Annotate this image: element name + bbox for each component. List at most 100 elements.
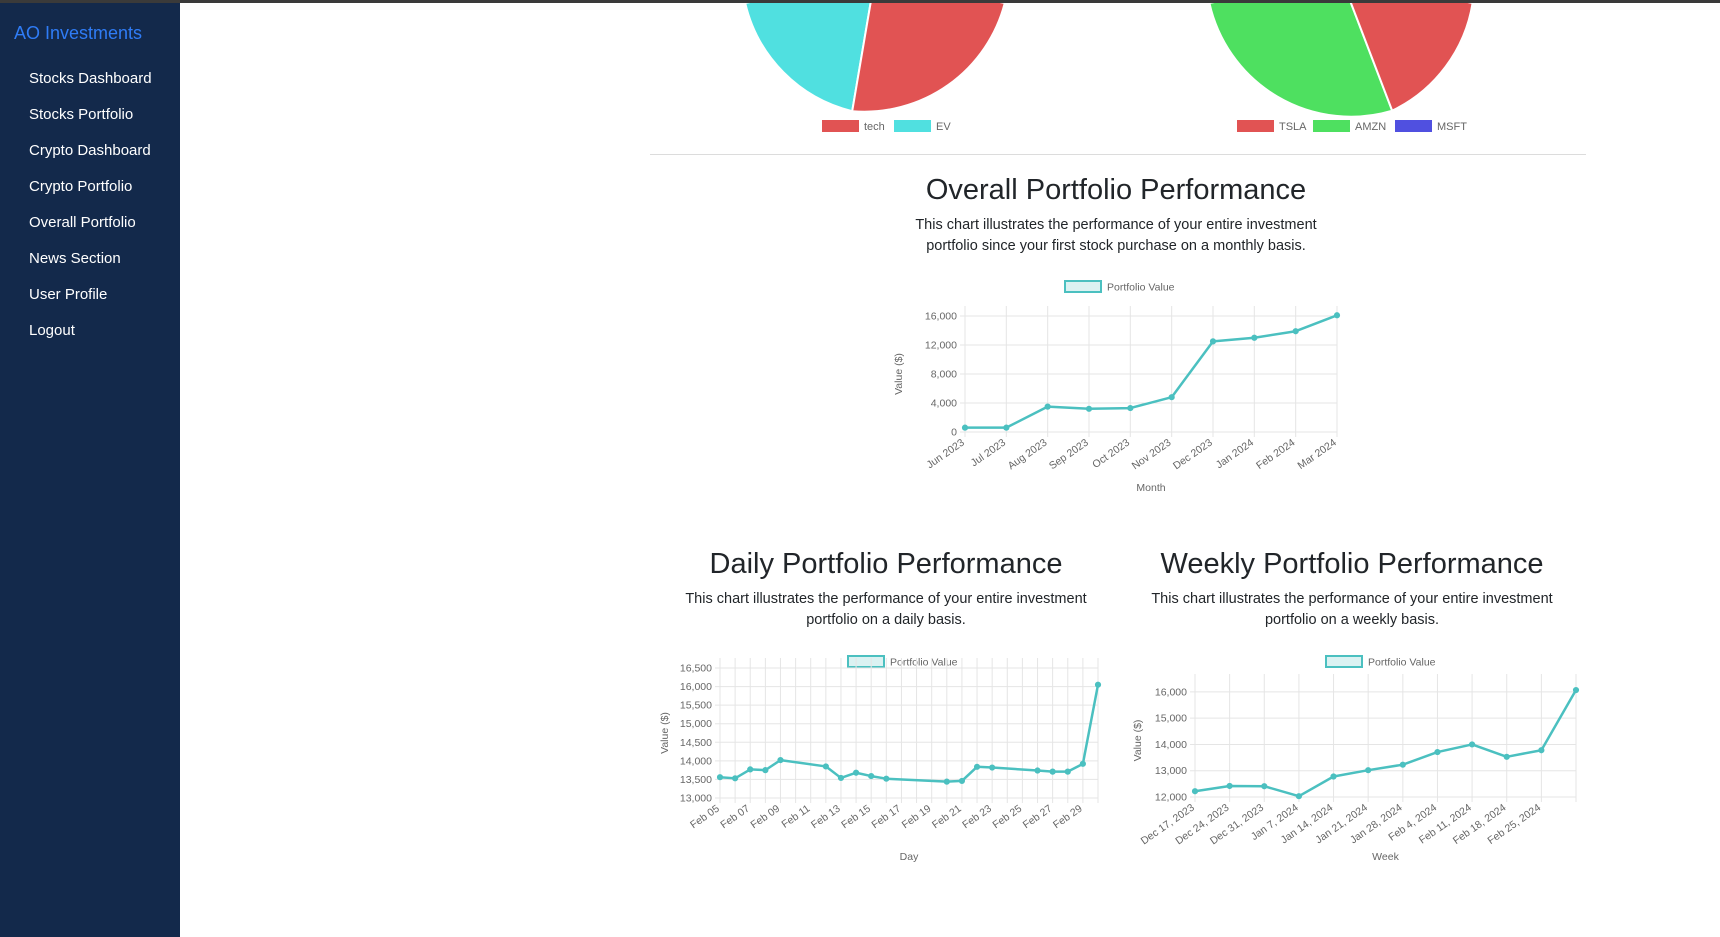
daily-legend-label: Portfolio Value	[890, 657, 958, 669]
weekly-data-point	[1434, 748, 1441, 756]
daily-performance-description: This chart illustrates the performance o…	[685, 591, 1087, 628]
weekly-series-line	[1194, 689, 1578, 798]
daily-xtick-label: Feb 21	[930, 803, 964, 832]
overall-xtick-label: Aug 2023	[1006, 437, 1050, 473]
sidebar-item-crypto-dashboard[interactable]: Crypto Dashboard	[29, 140, 152, 176]
sidebar: AO Investments Stocks Dashboard Stocks P…	[0, 3, 180, 937]
sector-pie-chart: tech EV	[744, 3, 1006, 133]
daily-ytick-label: 14,500	[680, 737, 712, 749]
weekly-ytick-label: 15,000	[1155, 713, 1187, 725]
daily-data-point	[732, 775, 739, 782]
daily-data-point	[989, 764, 996, 771]
overall-performance-description: This chart illustrates the performance o…	[915, 217, 1317, 254]
overall-performance-title: Overall Portfolio Performance	[925, 174, 1307, 206]
overall-ytick-label: 16,000	[925, 311, 957, 323]
daily-data-point	[762, 767, 769, 774]
daily-ytick-label: 13,000	[680, 793, 712, 805]
overall-series-line	[965, 314, 1338, 429]
daily-data-point	[958, 777, 966, 785]
overall-data-point	[1085, 405, 1093, 412]
daily-ytick-label: 15,000	[680, 718, 712, 730]
legend-swatch-ev	[894, 120, 931, 132]
weekly-data-point	[1468, 741, 1476, 748]
overall-data-point	[961, 424, 969, 431]
overall-data-point	[1333, 312, 1341, 319]
legend-swatch-tech	[822, 120, 859, 132]
daily-data-point	[1064, 768, 1071, 775]
overall-ytick-label: 8,000	[931, 369, 957, 381]
overall-xtick-label: Dec 2023	[1171, 437, 1215, 473]
daily-data-point	[883, 775, 890, 782]
weekly-data-point	[1226, 782, 1233, 790]
sidebar-item-stocks-dashboard[interactable]: Stocks Dashboard	[29, 68, 152, 104]
sidebar-item-crypto-portfolio[interactable]: Crypto Portfolio	[29, 176, 152, 212]
weekly-data-point	[1295, 793, 1303, 800]
daily-data-point	[822, 763, 829, 770]
weekly-data-point	[1365, 767, 1372, 774]
weekly-legend-swatch	[1325, 655, 1363, 668]
overall-xtick-label: Sep 2023	[1047, 437, 1091, 473]
pie-slice-tech	[851, 3, 1006, 113]
weekly-performance-title: Weekly Portfolio Performance	[1160, 548, 1544, 580]
sidebar-item-logout[interactable]: Logout	[29, 320, 152, 356]
overall-ytick-label: 0	[951, 427, 957, 439]
weekly-ytick-label: 14,000	[1155, 739, 1187, 751]
legend-label-ev: EV	[936, 121, 951, 133]
legend-label-msft: MSFT	[1437, 121, 1467, 133]
daily-ytick-label: 13,500	[680, 774, 712, 786]
overall-xtick-label: Feb 2024	[1254, 437, 1297, 472]
weekly-performance-description: This chart illustrates the performance o…	[1151, 591, 1553, 628]
daily-xtick-label: Feb 29	[1051, 803, 1085, 832]
sidebar-item-overall-portfolio[interactable]: Overall Portfolio	[29, 212, 152, 248]
daily-xtick-label: Feb 09	[749, 803, 783, 832]
daily-x-axis-title: Day	[900, 851, 919, 863]
weekly-performance-chart: Portfolio Value 12,000 13,000 14,000 15,000 1…	[1132, 655, 1580, 863]
daily-y-axis-title: Value ($)	[660, 712, 671, 754]
weekly-data-point	[1572, 686, 1580, 694]
overall-data-point	[1044, 403, 1051, 410]
sidebar-nav: Stocks Dashboard Stocks Portfolio Crypto…	[29, 68, 152, 356]
weekly-data-point	[1261, 783, 1268, 790]
daily-xtick-label: Feb 15	[839, 803, 873, 832]
daily-ytick-label: 16,500	[680, 663, 712, 675]
daily-data-point	[868, 772, 875, 780]
sidebar-item-news-section[interactable]: News Section	[29, 248, 152, 284]
sidebar-item-stocks-portfolio[interactable]: Stocks Portfolio	[29, 104, 152, 140]
daily-xtick-label: Feb 13	[809, 803, 843, 832]
overall-ytick-label: 4,000	[931, 398, 957, 410]
legend-swatch-amzn	[1313, 120, 1350, 132]
brand-link[interactable]: AO Investments	[14, 23, 142, 44]
overall-xtick-label: Nov 2023	[1130, 437, 1174, 473]
legend-label-tsla: TSLA	[1279, 121, 1307, 133]
weekly-x-axis-title: Week	[1372, 851, 1399, 863]
daily-xtick-label: Feb 05	[688, 803, 722, 832]
overall-xtick-label: Mar 2024	[1296, 437, 1339, 472]
overall-performance-chart: Portfolio Value 0 4,000 8,000 12,000 16,000 Ju…	[893, 280, 1341, 494]
daily-ytick-label: 16,000	[680, 681, 712, 693]
overall-y-axis-title: Value ($)	[893, 353, 905, 395]
overall-data-point	[1251, 334, 1258, 341]
overall-data-point	[1292, 328, 1299, 335]
stock-pie-chart: TSLA AMZN MSFT	[1208, 3, 1474, 133]
weekly-legend-label: Portfolio Value	[1368, 657, 1436, 669]
daily-data-point	[1094, 681, 1102, 688]
weekly-y-axis-title: Value ($)	[1132, 720, 1144, 762]
overall-legend-label: Portfolio Value	[1107, 282, 1175, 294]
daily-performance-chart: Portfolio Value 13,000 13,500 14,000 14,500 1…	[660, 655, 1102, 863]
daily-xtick-label: Feb 17	[869, 803, 903, 832]
weekly-ytick-label: 16,000	[1155, 686, 1187, 698]
overall-ytick-label: 12,000	[925, 340, 957, 352]
weekly-data-point	[1330, 773, 1337, 780]
sidebar-item-user-profile[interactable]: User Profile	[29, 284, 152, 320]
weekly-data-point	[1399, 761, 1406, 768]
overall-xtick-label: Jul 2023	[969, 437, 1009, 470]
legend-label-amzn: AMZN	[1355, 121, 1386, 133]
legend-swatch-tsla	[1237, 120, 1274, 132]
overall-xtick-label: Oct 2023	[1090, 437, 1132, 471]
overall-data-point	[1209, 338, 1217, 345]
weekly-data-point	[1503, 753, 1510, 760]
legend-label-tech: tech	[864, 121, 885, 133]
daily-data-point	[1079, 760, 1086, 767]
daily-series-line	[719, 684, 1100, 783]
overall-xtick-label: Jun 2023	[924, 437, 966, 472]
